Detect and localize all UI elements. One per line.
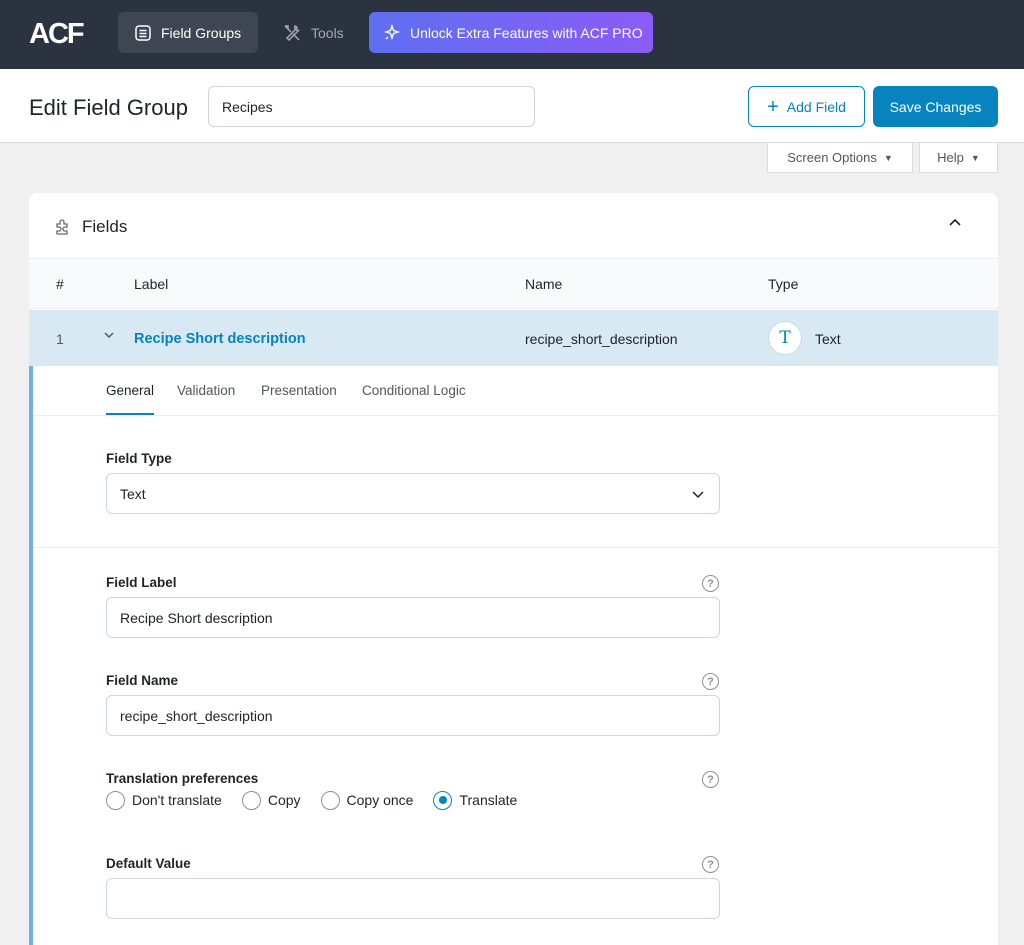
field-type-label: Field Type <box>106 451 172 466</box>
help-tab-button[interactable]: Help ▼ <box>919 143 998 173</box>
radio-label: Copy <box>267 792 301 808</box>
row-number: 1 <box>56 331 64 347</box>
nav-unlock-pro-button[interactable]: Unlock Extra Features with ACF PRO <box>369 12 653 53</box>
page-title: Edit Field Group <box>29 95 188 120</box>
help-icon[interactable]: ? <box>702 673 719 690</box>
default-value-label: Default Value <box>106 856 191 871</box>
radio-circle <box>106 790 125 810</box>
add-field-button[interactable]: + Add Field <box>748 86 865 127</box>
field-type-value: Text <box>815 331 841 347</box>
save-changes-button[interactable]: Save Changes <box>873 86 998 127</box>
expand-chevron-icon[interactable] <box>102 328 116 345</box>
collapse-chevron-icon[interactable] <box>947 215 963 231</box>
translation-radio-group: Don't translate Copy Copy once Translate <box>106 789 537 811</box>
radio-copy-once[interactable]: Copy once <box>320 790 414 810</box>
field-label-input[interactable]: Recipe Short description <box>106 597 720 638</box>
field-name-input[interactable]: recipe_short_description <box>106 695 720 736</box>
field-groups-icon <box>135 24 151 41</box>
plus-icon: + <box>767 95 779 118</box>
field-name-input-value: recipe_short_description <box>120 707 273 724</box>
field-name-label: Field Name <box>106 673 179 688</box>
tab-general[interactable]: General <box>106 383 154 398</box>
radio-label: Copy once <box>346 792 414 808</box>
field-settings-panel: General Validation Presentation Conditio… <box>29 366 998 945</box>
column-header-type: Type <box>768 276 799 292</box>
nav-unlock-pro-label: Unlock Extra Features with ACF PRO <box>410 24 643 41</box>
help-icon[interactable]: ? <box>702 575 719 592</box>
chevron-down-icon <box>692 491 704 499</box>
tab-validation[interactable]: Validation <box>177 383 235 398</box>
acf-logo[interactable]: ACF <box>29 18 85 51</box>
tab-conditional-logic[interactable]: Conditional Logic <box>362 383 466 398</box>
screen-options-button[interactable]: Screen Options ▼ <box>767 143 913 173</box>
nav-tools-label: Tools <box>311 24 344 41</box>
radio-circle <box>241 790 261 810</box>
screen-options-label: Screen Options <box>787 150 877 165</box>
column-header-name: Name <box>525 276 563 292</box>
column-header-label: Label <box>134 276 169 292</box>
field-name-value: recipe_short_description <box>525 331 678 347</box>
field-label-input-value: Recipe Short description <box>120 609 273 626</box>
default-value-input[interactable] <box>106 878 720 919</box>
dropdown-arrow-icon: ▼ <box>970 152 980 163</box>
radio-circle-selected <box>433 790 453 810</box>
nav-tools[interactable]: Tools <box>270 12 360 53</box>
active-tab-indicator <box>106 413 154 415</box>
field-type-select-value: Text <box>120 485 146 502</box>
radio-label: Translate <box>459 792 518 808</box>
column-header-number: # <box>56 276 64 292</box>
help-icon[interactable]: ? <box>702 856 719 873</box>
field-label-link[interactable]: Recipe Short description <box>134 331 306 347</box>
settings-tabs: General Validation Presentation Conditio… <box>33 366 998 416</box>
sparkle-icon <box>383 23 401 40</box>
help-icon[interactable]: ? <box>702 771 719 788</box>
radio-label: Don't translate <box>132 792 222 808</box>
tools-icon <box>284 24 300 41</box>
top-navigation-bar: ACF Field Groups Tools Unlock Extra Feat… <box>0 0 1024 69</box>
text-type-icon: T <box>768 321 802 355</box>
field-label-label: Field Label <box>106 575 177 590</box>
fields-card-header: Fields <box>29 193 998 259</box>
fields-table-header: # Label Name Type <box>29 259 998 309</box>
nav-field-groups[interactable]: Field Groups <box>118 12 258 53</box>
radio-circle <box>320 790 340 810</box>
field-group-title-input[interactable] <box>208 86 535 127</box>
field-type-select[interactable]: Text <box>106 473 720 514</box>
dropdown-arrow-icon: ▼ <box>883 152 893 163</box>
add-field-label: Add Field <box>786 98 846 115</box>
page-header: Edit Field Group + Add Field Save Change… <box>0 69 1024 143</box>
tab-presentation[interactable]: Presentation <box>261 383 337 398</box>
puzzle-icon <box>56 219 68 235</box>
table-row[interactable]: 1 Recipe Short description recipe_short_… <box>29 310 998 366</box>
translation-preferences-label: Translation preferences <box>106 771 259 786</box>
fields-card-title: Fields <box>82 217 128 236</box>
radio-copy[interactable]: Copy <box>241 790 301 810</box>
radio-translate[interactable]: Translate <box>433 790 518 810</box>
fields-card: Fields # Label Name Type 1 Recipe Short … <box>29 193 998 945</box>
radio-dont-translate[interactable]: Don't translate <box>106 790 222 810</box>
help-tab-label: Help <box>937 150 964 165</box>
nav-field-groups-label: Field Groups <box>161 24 242 41</box>
